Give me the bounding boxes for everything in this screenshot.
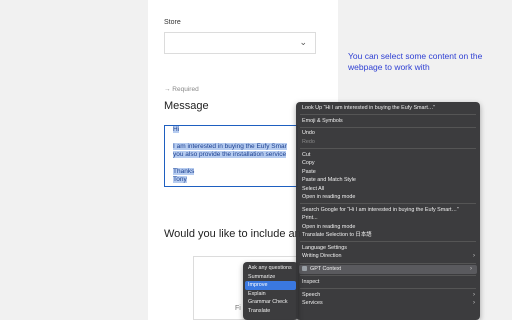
store-select[interactable]: ⌄ [164,32,316,54]
menu-item-select-all[interactable]: Select All [296,185,480,194]
upload-text: Fi [235,305,241,312]
context-menu: Look Up “Hi I am interested in buying th… [296,102,480,320]
menu-separator [300,126,476,128]
hint-text: You can select some content on the webpa… [348,51,483,72]
submenu-item-grammar-check[interactable]: Grammar Check [243,298,298,307]
menu-item-translate-selection[interactable]: Translate Selection to 日本語 [296,231,480,240]
menu-item-reading-mode-2[interactable]: Open in reading mode [296,223,480,232]
menu-item-label: Paste [302,168,316,175]
menu-item-label: Paste and Match Style [302,177,356,184]
gpt-context-submenu: Ask any questions Summarize Improve Expl… [243,262,298,320]
menu-separator [300,147,476,149]
required-note: → Required [164,86,199,93]
submenu-item-label: Ask any questions [248,265,292,271]
submenu-item-summarize[interactable]: Summarize [243,273,298,282]
store-label: Store [164,19,181,26]
submenu-item-label: Translate [248,307,271,314]
submenu-item-label: Summarize [248,273,276,280]
menu-separator [300,287,476,289]
include-title: Would you like to include an [164,228,301,240]
menu-item-label: Services [302,300,323,306]
submenu-item-ask[interactable]: Ask any questions [243,264,298,273]
chevron-down-icon: ⌄ [299,37,307,47]
menu-item-label: Undo [302,130,315,137]
submenu-item-label: Grammar Check [248,299,288,305]
menu-item-label: Select All [302,185,325,192]
message-title: Message [164,100,209,112]
chevron-right-icon: › [470,266,472,273]
menu-item-label: Search Google for “Hi I am interested in… [302,206,459,213]
menu-item-services[interactable]: Services › [296,299,480,308]
menu-item-gpt-context[interactable]: GPT Context › [299,265,477,274]
menu-item-label: Open in reading mode [302,223,356,230]
message-line: Tony [173,176,187,183]
menu-item-label: Cut [302,151,311,158]
message-line: Thanks [173,168,195,175]
menu-item-cut[interactable]: Cut [296,151,480,160]
menu-item-copy[interactable]: Copy [296,159,480,168]
menu-item-label: Writing Direction [302,253,342,260]
menu-separator [300,114,476,116]
menu-separator [300,275,476,277]
submenu-item-label: Explain [248,290,266,297]
chevron-right-icon: › [473,291,475,298]
menu-separator [300,241,476,243]
menu-item-writing-direction[interactable]: Writing Direction › [296,252,480,261]
message-line: you also provide the installation servic… [173,151,287,158]
menu-item-label: GPT Context [310,266,342,273]
menu-item-label: Emoji & Symbols [302,117,343,124]
chevron-right-icon: › [473,300,475,306]
menu-item-label: Redo [302,138,315,145]
menu-item-label: Speech [302,291,321,298]
submenu-item-improve[interactable]: Improve [245,281,296,290]
menu-item-label: Print... [302,215,318,222]
menu-item-speech[interactable]: Speech › [296,291,480,300]
submenu-item-explain[interactable]: Explain [243,290,298,299]
menu-item-redo: Redo [296,138,480,147]
menu-item-print[interactable]: Print... [296,214,480,223]
menu-item-language-settings[interactable]: Language Settings [296,244,480,253]
menu-item-label: Copy [302,160,315,167]
message-textarea[interactable]: Hi I am interested in buying the Eufy Sm… [164,125,298,187]
menu-item-look-up[interactable]: Look Up “Hi I am interested in buying th… [296,104,480,113]
menu-separator [300,262,476,264]
message-line: I am interested in buying the Eufy Smar [173,143,287,150]
menu-item-emoji[interactable]: Emoji & Symbols [296,117,480,126]
gpt-context-icon [302,266,307,272]
menu-item-inspect[interactable]: Inspect [296,278,480,287]
chevron-right-icon: › [473,253,475,260]
menu-item-label: Language Settings [302,244,347,251]
menu-separator [300,203,476,205]
menu-item-undo[interactable]: Undo [296,129,480,138]
menu-item-search-google[interactable]: Search Google for “Hi I am interested in… [296,206,480,215]
menu-item-paste[interactable]: Paste [296,168,480,177]
submenu-item-translate[interactable]: Translate [243,307,298,316]
menu-item-reading-mode[interactable]: Open in reading mode [296,193,480,202]
submenu-item-label: Improve [248,282,268,288]
menu-item-label: Translate Selection to 日本語 [302,232,372,239]
menu-item-label: Inspect [302,278,320,285]
message-line: Hi [173,126,180,133]
menu-item-label: Open in reading mode [302,194,356,201]
menu-item-label: Look Up “Hi I am interested in buying th… [302,105,436,111]
menu-item-paste-match-style[interactable]: Paste and Match Style [296,176,480,185]
